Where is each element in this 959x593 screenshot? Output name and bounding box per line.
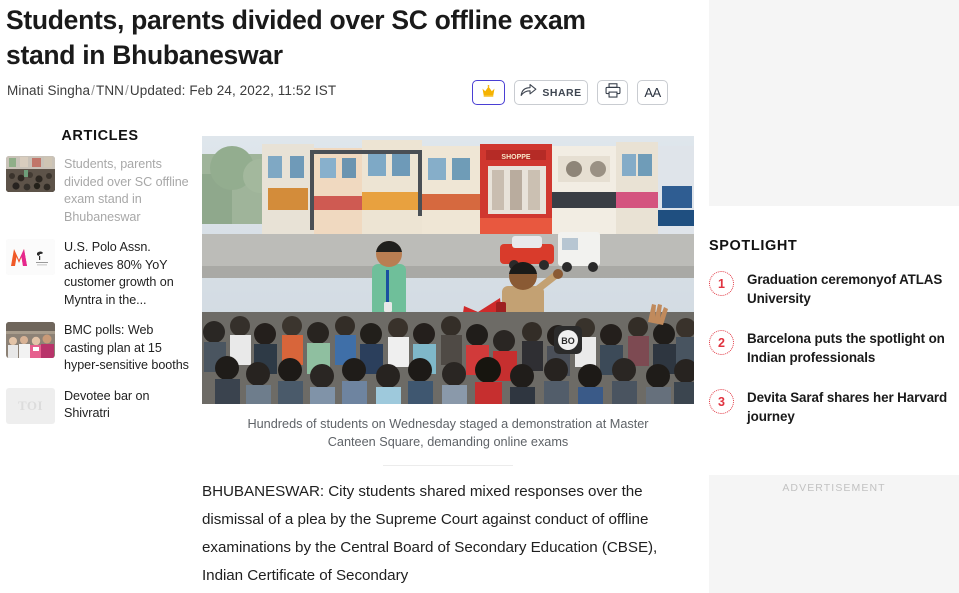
article-list-item-3-title: BMC polls: Web casting plan at 15 hyper-… [64, 323, 189, 372]
byline-source: TNN [95, 83, 125, 98]
hero-figure: SHOPPE BO Hundreds of students on Wednes… [202, 136, 694, 466]
spotlight-item-1[interactable]: 1 Graduation ceremonyof ATLAS University [709, 270, 959, 308]
spotlight-heading: SPOTLIGHT [709, 238, 798, 254]
article-list-item-1-title: Students, parents divided over SC offlin… [64, 157, 189, 224]
spotlight-rank-3: 3 [709, 389, 734, 414]
svg-text:SHOPPE: SHOPPE [501, 154, 531, 161]
article-list-item-4-title: Devotee bar on Shivratri [64, 388, 150, 421]
print-button[interactable] [597, 80, 628, 105]
article-list-item-2[interactable]: U.S. Polo Assn. achieves 80% YoY custome… [0, 239, 190, 309]
article-list-item-3[interactable]: BMC polls: Web casting plan at 15 hyper-… [0, 322, 190, 375]
advertisement-label: ADVERTISEMENT [782, 482, 886, 494]
hero-image: SHOPPE BO [202, 136, 694, 404]
hero-caption: Hundreds of students on Wednesday staged… [247, 417, 649, 449]
main-content-column: Students, parents divided over SC offlin… [0, 0, 700, 593]
article-actions: SHARE AA [472, 80, 668, 105]
font-size-button[interactable]: AA [637, 80, 668, 105]
article-list-item-4[interactable]: TOI Devotee bar on Shivratri [0, 387, 190, 424]
article-body: BHUBANESWAR: City students shared mixed … [202, 483, 658, 584]
protest-crowd-thumb [6, 156, 55, 192]
article-page: Students, parents divided over SC offlin… [0, 0, 959, 593]
svg-text:BO: BO [561, 336, 575, 346]
prime-crown-button[interactable] [472, 80, 505, 105]
crown-icon [481, 84, 496, 102]
ad-slot-top[interactable] [709, 0, 959, 206]
spotlight-item-3-title: Devita Saraf shares her Harvard journey [747, 390, 948, 424]
article-list-item-2-title: U.S. Polo Assn. achieves 80% YoY custome… [64, 240, 174, 307]
spotlight-item-2-title: Barcelona puts the spotlight on Indian p… [747, 331, 945, 365]
spotlight-rank-2: 2 [709, 330, 734, 355]
right-rail: SPOTLIGHT 1 Graduation ceremonyof ATLAS … [700, 0, 959, 593]
printer-icon [605, 82, 621, 103]
articles-rail-heading: ARTICLES [61, 128, 139, 144]
spotlight-item-2[interactable]: 2 Barcelona puts the spotlight on Indian… [709, 329, 959, 367]
font-size-label: AA [644, 85, 661, 100]
ad-slot-bottom[interactable]: ADVERTISEMENT [709, 475, 959, 593]
spotlight-item-1-title: Graduation ceremonyof ATLAS University [747, 272, 943, 306]
byline-timestamp: Updated: Feb 24, 2022, 11:52 IST [129, 83, 337, 98]
share-arrow-icon [520, 83, 537, 102]
article-list-item-1[interactable]: Students, parents divided over SC offlin… [0, 156, 190, 226]
share-button[interactable]: SHARE [514, 80, 588, 105]
myntra-logo-thumb [6, 239, 55, 275]
toi-placeholder-thumb: TOI [6, 387, 55, 424]
share-button-label: SHARE [542, 86, 582, 99]
caption-divider [383, 465, 513, 466]
articles-rail: ARTICLES Students, parents divided over … [0, 128, 190, 437]
toi-placeholder-label: TOI [6, 387, 55, 424]
byline: Minati Singha/TNN/Updated: Feb 24, 2022,… [7, 83, 336, 98]
spotlight-item-3[interactable]: 3 Devita Saraf shares her Harvard journe… [709, 388, 959, 426]
voters-thumb [6, 322, 55, 358]
spotlight-section: SPOTLIGHT 1 Graduation ceremonyof ATLAS … [709, 238, 959, 447]
spotlight-rank-1: 1 [709, 271, 734, 296]
page-title: Students, parents divided over SC offlin… [6, 5, 586, 70]
byline-author: Minati Singha [7, 83, 91, 98]
